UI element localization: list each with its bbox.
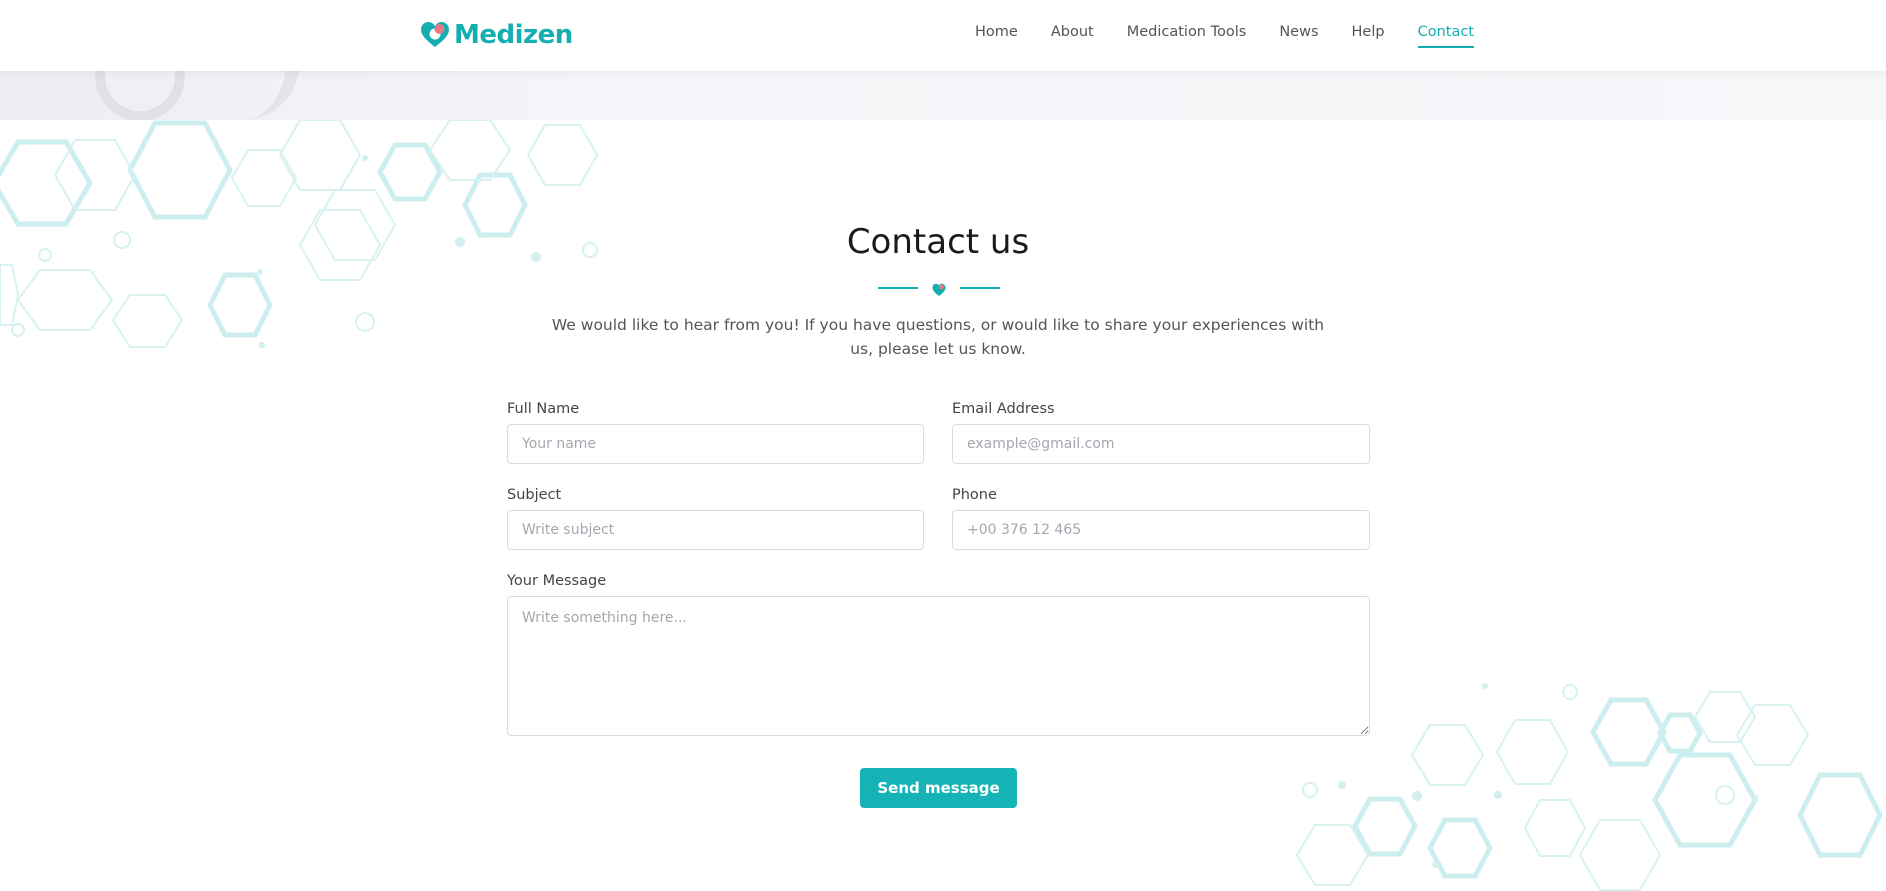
phone-input[interactable] [952, 510, 1370, 550]
nav-medication-tools[interactable]: Medication Tools [1127, 24, 1247, 48]
email-label: Email Address [952, 401, 1055, 417]
subject-label: Subject [507, 487, 562, 503]
site-header: Medizen Home About Medication Tools News… [0, 0, 1886, 71]
full-name-label: Full Name [507, 401, 580, 417]
main-nav: Home About Medication Tools News Help Co… [975, 24, 1507, 48]
heart-divider-icon [932, 283, 946, 296]
page-title: Contact us [846, 222, 1030, 262]
email-input[interactable] [952, 424, 1370, 464]
page-banner [0, 71, 1886, 120]
nav-contact[interactable]: Contact [1417, 24, 1474, 48]
nav-help[interactable]: Help [1352, 24, 1385, 48]
send-message-button[interactable]: Send message [860, 768, 1017, 808]
title-divider [878, 283, 1000, 296]
contact-intro: We would like to hear from you! If you h… [551, 316, 1325, 358]
stethoscope-tube-image [240, 71, 300, 120]
brand-name: Medizen [454, 20, 573, 50]
stethoscope-image [95, 71, 185, 120]
nav-news[interactable]: News [1279, 24, 1318, 48]
message-textarea[interactable] [507, 596, 1370, 736]
nav-home[interactable]: Home [975, 24, 1018, 48]
full-name-input[interactable] [507, 424, 924, 464]
message-label: Your Message [507, 573, 607, 589]
subject-input[interactable] [507, 510, 924, 550]
brand-logo[interactable]: Medizen [420, 18, 573, 52]
nav-about[interactable]: About [1051, 24, 1094, 48]
phone-label: Phone [952, 487, 997, 503]
heart-logo-icon [421, 22, 449, 47]
